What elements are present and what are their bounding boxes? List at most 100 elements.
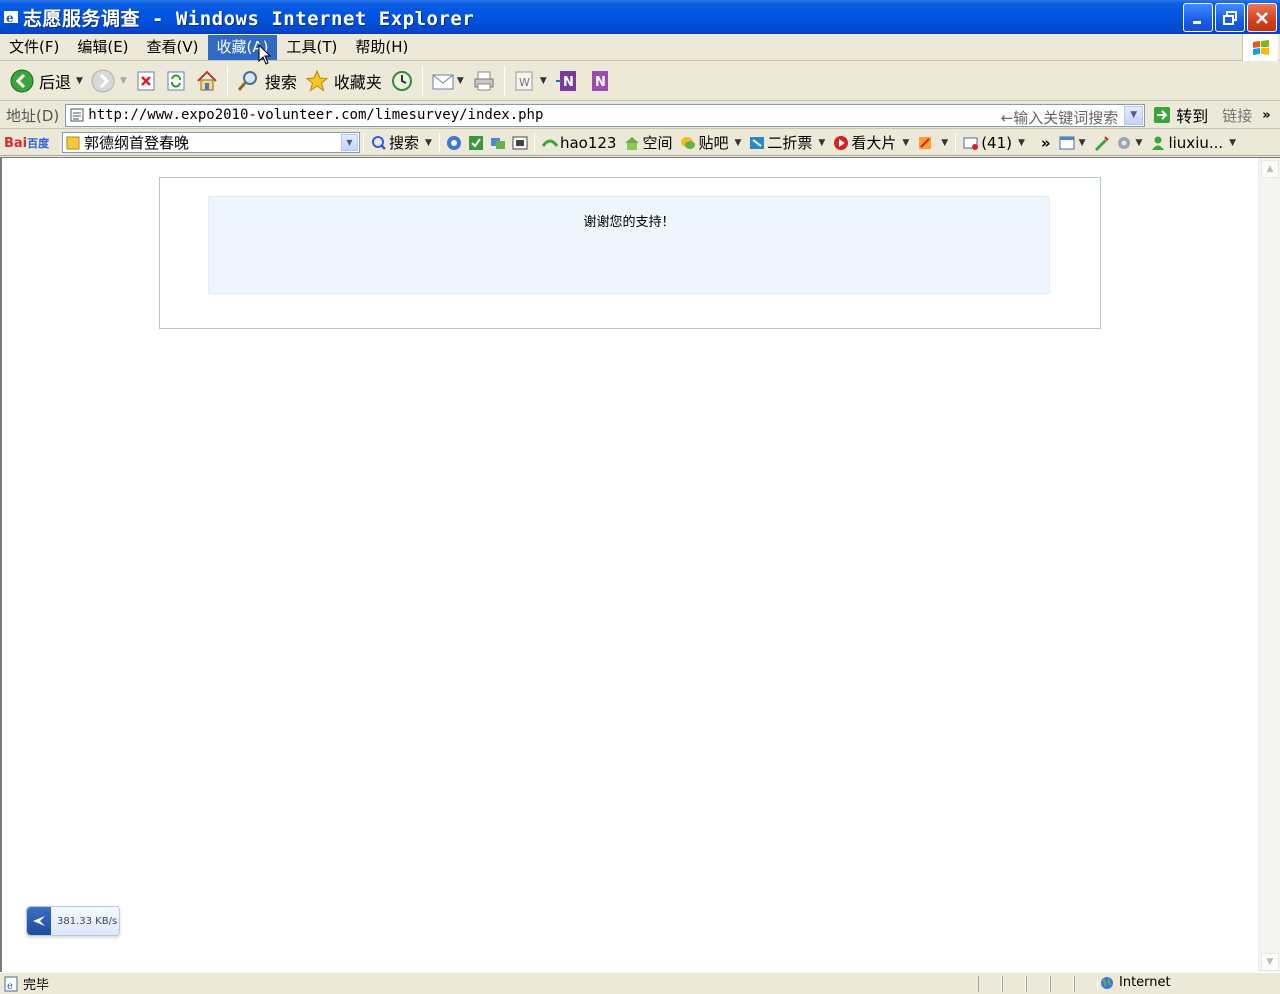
- baidu-logo[interactable]: Bai百度: [4, 135, 60, 151]
- security-zone[interactable]: Internet: [1100, 975, 1171, 990]
- history-button[interactable]: [386, 64, 418, 98]
- hao123-link[interactable]: hao123: [538, 134, 621, 152]
- toolbar-separator: [503, 66, 505, 96]
- print-button[interactable]: [468, 64, 500, 98]
- status-panel: [1026, 976, 1050, 992]
- space-link[interactable]: 空间: [620, 132, 676, 153]
- address-label: 地址(D): [6, 106, 60, 125]
- baidu-search-input[interactable]: 郭德纲首登春晚 ▼: [62, 132, 360, 153]
- discount-ticket-link[interactable]: 二折票 ▼: [745, 132, 829, 153]
- movie-link[interactable]: 看大片 ▼: [829, 132, 913, 153]
- close-button[interactable]: [1247, 3, 1277, 32]
- gear-icon: [1117, 136, 1130, 149]
- baidu-dropdown-icon[interactable]: ▼: [341, 134, 358, 151]
- refresh-button[interactable]: [161, 64, 191, 98]
- links-button[interactable]: 链接: [1222, 105, 1252, 126]
- toolbar-separator: [226, 66, 228, 96]
- refresh-icon: [167, 71, 185, 91]
- back-label: 后退: [39, 73, 72, 92]
- ticket-icon: [750, 136, 765, 149]
- status-panel: [1050, 976, 1074, 992]
- search-button[interactable]: 搜索: [232, 64, 301, 98]
- mouse-cursor-icon: [258, 44, 272, 65]
- discount-dropdown-icon[interactable]: ▼: [818, 138, 825, 148]
- menu-edit[interactable]: 编辑(E): [68, 35, 137, 60]
- onenote-send-button[interactable]: N: [551, 64, 583, 98]
- scroll-down-icon[interactable]: ▼: [1261, 953, 1279, 971]
- settings-button[interactable]: ▼: [1112, 135, 1147, 151]
- links-more-button[interactable]: »: [1262, 108, 1270, 123]
- user-icon: [1152, 136, 1165, 150]
- back-button[interactable]: 后退 ▼: [6, 64, 87, 98]
- mail-dropdown-icon[interactable]: ▼: [457, 76, 464, 86]
- onenote-button[interactable]: N: [583, 64, 615, 98]
- baidu-windows-icon[interactable]: [490, 135, 506, 151]
- play-icon: [834, 135, 849, 150]
- forward-dropdown-icon[interactable]: ▼: [120, 76, 127, 86]
- baidu-query: 郭德纲首登春晚: [84, 134, 190, 152]
- tieba-dropdown-icon[interactable]: ▼: [734, 138, 741, 148]
- mail-icon: [432, 74, 454, 90]
- settings-dropdown-icon[interactable]: ▼: [1136, 138, 1143, 148]
- user-account-button[interactable]: liuxiu... ▼: [1146, 134, 1240, 152]
- discount-ticket-label: 二折票: [767, 134, 813, 152]
- mail-count-dropdown-icon[interactable]: ▼: [1018, 138, 1025, 148]
- forward-button[interactable]: ▼: [87, 64, 131, 98]
- ie-icon: e: [4, 11, 18, 25]
- hao123-icon: [541, 139, 558, 147]
- download-speed-widget[interactable]: 381.33 KB/s: [26, 906, 120, 936]
- status-text: 完毕: [23, 978, 50, 993]
- address-dropdown-icon[interactable]: ▼: [1124, 105, 1144, 125]
- go-button[interactable]: 转到: [1153, 103, 1208, 127]
- user-label: liuxiu...: [1168, 133, 1224, 152]
- calendar-dropdown-icon[interactable]: ▼: [1079, 138, 1086, 148]
- baidu-translate-icon[interactable]: [446, 135, 462, 151]
- user-dropdown-icon[interactable]: ▼: [1229, 138, 1236, 148]
- menu-help[interactable]: 帮助(H): [346, 35, 417, 60]
- baidu-search-button[interactable]: 搜索 ▼: [367, 132, 436, 153]
- scroll-up-icon[interactable]: ▲: [1261, 160, 1279, 178]
- edit-dropdown-icon[interactable]: ▼: [540, 76, 547, 86]
- menu-tools[interactable]: 工具(T): [277, 35, 346, 60]
- back-arrow-icon: [10, 69, 34, 93]
- vertical-scrollbar[interactable]: ▲ ▼: [1258, 158, 1280, 973]
- pen-icon[interactable]: [1093, 135, 1109, 151]
- tieba-label: 贴吧: [698, 134, 729, 152]
- tieba-link[interactable]: 贴吧 ▼: [676, 132, 745, 153]
- baidu-search-dropdown-icon[interactable]: ▼: [425, 138, 432, 148]
- calendar-button[interactable]: ▼: [1055, 135, 1090, 151]
- stop-button[interactable]: [131, 64, 161, 98]
- minimize-button[interactable]: [1183, 3, 1213, 32]
- title-bar[interactable]: e 志愿服务调查 - Windows Internet Explorer: [0, 0, 1280, 34]
- movie-dropdown-icon[interactable]: ▼: [902, 138, 909, 148]
- menu-file[interactable]: 文件(F): [0, 35, 68, 60]
- magnifier-icon: [372, 135, 386, 150]
- forward-arrow-icon: [91, 69, 115, 93]
- go-arrow-icon: [1154, 107, 1171, 123]
- favorites-button[interactable]: 收藏夹: [301, 64, 386, 98]
- back-dropdown-icon[interactable]: ▼: [76, 76, 83, 86]
- svg-text:e: e: [7, 981, 13, 992]
- calendar-icon: [1059, 136, 1075, 149]
- movie-label: 看大片: [851, 134, 897, 152]
- hao123-label: hao123: [559, 133, 617, 152]
- close-icon: [1256, 11, 1268, 24]
- address-input[interactable]: http://www.expo2010-volunteer.com/limesu…: [65, 103, 1146, 127]
- page-viewport[interactable]: 谢谢您的支持！ 381.33 KB/s ▲ ▼: [0, 157, 1280, 973]
- baidu-logo-bai: Bai: [4, 135, 28, 151]
- edit-word-button[interactable]: W ▼: [509, 64, 551, 98]
- baidu-film-icon[interactable]: [512, 135, 528, 151]
- restore-button[interactable]: [1215, 3, 1245, 32]
- baidu-highlight-icon[interactable]: [468, 135, 484, 151]
- color-dropdown-icon[interactable]: ▼: [941, 138, 948, 148]
- mail-count-button[interactable]: (41) ▼: [959, 134, 1029, 152]
- mail-button[interactable]: ▼: [427, 64, 468, 98]
- address-search-hint: ←输入关键词搜索: [1000, 108, 1119, 127]
- baidu-more-button[interactable]: »: [1037, 134, 1055, 152]
- stop-icon: [137, 71, 155, 91]
- menu-view[interactable]: 查看(V): [138, 35, 208, 60]
- svg-text:W: W: [519, 76, 530, 89]
- go-label: 转到: [1176, 107, 1209, 126]
- color-theme-button[interactable]: ▼: [913, 135, 952, 151]
- home-button[interactable]: [191, 64, 223, 98]
